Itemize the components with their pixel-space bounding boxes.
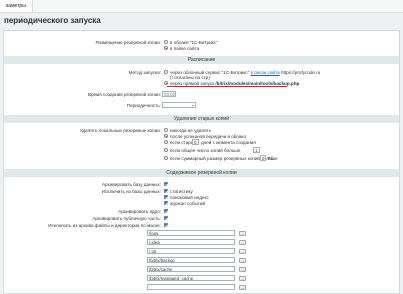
- content-section-header: Содержимое резервной копии: [4, 169, 399, 177]
- exclude-db-label: Исключить из базы данных:: [101, 189, 161, 194]
- site-list-link[interactable]: (список сайта: [251, 70, 280, 75]
- mask-input-2[interactable]: /.idea: [147, 239, 235, 245]
- cleanup-days-suffix: дней с момента создания: [201, 139, 256, 145]
- launch-radio-cloud[interactable]: [164, 70, 168, 74]
- backup-script-path: /bitrix/modules/main/tools/backup.php: [215, 80, 300, 86]
- highlight-underline: [167, 86, 287, 87]
- launch-option-direct: через прямой запуск /bitrix/modules/main…: [170, 81, 299, 86]
- tab-parameters[interactable]: заметры: [0, 0, 33, 12]
- settings-panel: Размещение резервной копии: в облаке "1С…: [3, 30, 400, 294]
- cleanup-radio-count[interactable]: [164, 148, 168, 152]
- launch-option-cloud-text: через облачный сервис "1С-Битрикс": [170, 69, 250, 75]
- cleanup-size-input[interactable]: 0: [260, 155, 266, 161]
- launch-method-label: Метод запуска:: [128, 70, 161, 75]
- backup-time-input[interactable]: 00:00: [162, 91, 176, 97]
- site-url: https://profycode.ru: [281, 69, 321, 75]
- mask-input-4[interactable]: /bitrix/backup: [147, 257, 235, 263]
- cleanup-radio-older[interactable]: [164, 140, 168, 144]
- cleanup-section-header: Удаление старых копий: [4, 115, 399, 123]
- exclude-files-label: Исключить из архива файлы и директории п…: [48, 223, 161, 228]
- cleanup-radio-size[interactable]: [164, 156, 168, 160]
- cleanup-radio-after-upload[interactable]: [164, 134, 168, 138]
- exclude-event-log-checkbox[interactable]: [164, 201, 168, 205]
- archive-public-label: Архивировать публичную часть:: [92, 216, 161, 221]
- mask-input-1[interactable]: /logs: [147, 230, 235, 236]
- storage-radio-cloud[interactable]: [164, 40, 168, 44]
- exclude-search-index-label: поисковый индекс: [170, 194, 209, 200]
- periodicity-select[interactable]: [162, 102, 196, 108]
- launch-option-direct-text: через прямой запуск: [170, 80, 215, 86]
- archive-core-label: Архивировать ядро:: [118, 209, 161, 214]
- mask-browse-button-7[interactable]: ...: [239, 284, 246, 290]
- mask-input-3[interactable]: /.git: [147, 248, 235, 254]
- backup-time-label: Время создания резервной копии:: [87, 92, 161, 97]
- mask-browse-button-5[interactable]: ...: [239, 266, 246, 272]
- cleanup-size-unit: Гб: [268, 155, 274, 161]
- cleanup-option-never: никогда не удалять: [170, 127, 212, 133]
- schedule-section-header: Расписание: [4, 56, 399, 64]
- cleanup-label: Удалять локальные резервные копии:: [79, 128, 161, 133]
- mask-browse-button-3[interactable]: ...: [239, 248, 246, 254]
- top-tab-strip: заметры: [0, 0, 403, 13]
- mask-browse-button-2[interactable]: ...: [239, 239, 246, 245]
- exclude-search-index-checkbox[interactable]: [164, 195, 168, 199]
- launch-radio-direct[interactable]: [164, 81, 168, 85]
- cleanup-option-after-upload: после успешной передачи в облако: [170, 133, 247, 139]
- mask-input-5[interactable]: /bitrix/cache: [147, 266, 235, 272]
- storage-radio-folder[interactable]: [164, 46, 168, 50]
- cleanup-count-input[interactable]: 1: [253, 147, 260, 153]
- archive-db-label: Архивировать базу данных:: [101, 182, 161, 187]
- page-title: периодического запуска: [4, 16, 101, 25]
- launch-option-cloud: через облачный сервис "1С-Битрикс" (спис…: [170, 70, 320, 75]
- exclude-stats-label: статистику: [170, 188, 193, 194]
- storage-option-cloud: в облаке "1С-Битрикс": [170, 39, 218, 45]
- archive-db-checkbox[interactable]: [164, 182, 168, 186]
- launch-option-cloud-note: (! отлаганы на стр): [170, 75, 210, 80]
- cleanup-radio-never[interactable]: [164, 128, 168, 132]
- mask-input-7[interactable]: [147, 284, 235, 290]
- mask-input-6[interactable]: /bitrix/managed_cache: [147, 275, 235, 281]
- cleanup-option-count: если общее число копий больше: [170, 147, 241, 153]
- cleanup-days-input[interactable]: 0: [192, 139, 199, 145]
- exclude-event-log-label: журнал событий: [170, 200, 206, 206]
- mask-browse-button-4[interactable]: ...: [239, 257, 246, 263]
- mask-browse-button-1[interactable]: ...: [239, 230, 246, 236]
- periodicity-label: Периодичность:: [126, 103, 161, 108]
- archive-public-checkbox[interactable]: [164, 216, 168, 220]
- mask-browse-button-6[interactable]: ...: [239, 275, 246, 281]
- storage-option-folder: в папке сайта: [170, 45, 200, 51]
- exclude-stats-checkbox[interactable]: [164, 189, 168, 193]
- exclude-files-checkbox[interactable]: [164, 223, 168, 227]
- archive-core-checkbox[interactable]: [164, 209, 168, 213]
- storage-label: Размещение резервной копии:: [95, 40, 161, 45]
